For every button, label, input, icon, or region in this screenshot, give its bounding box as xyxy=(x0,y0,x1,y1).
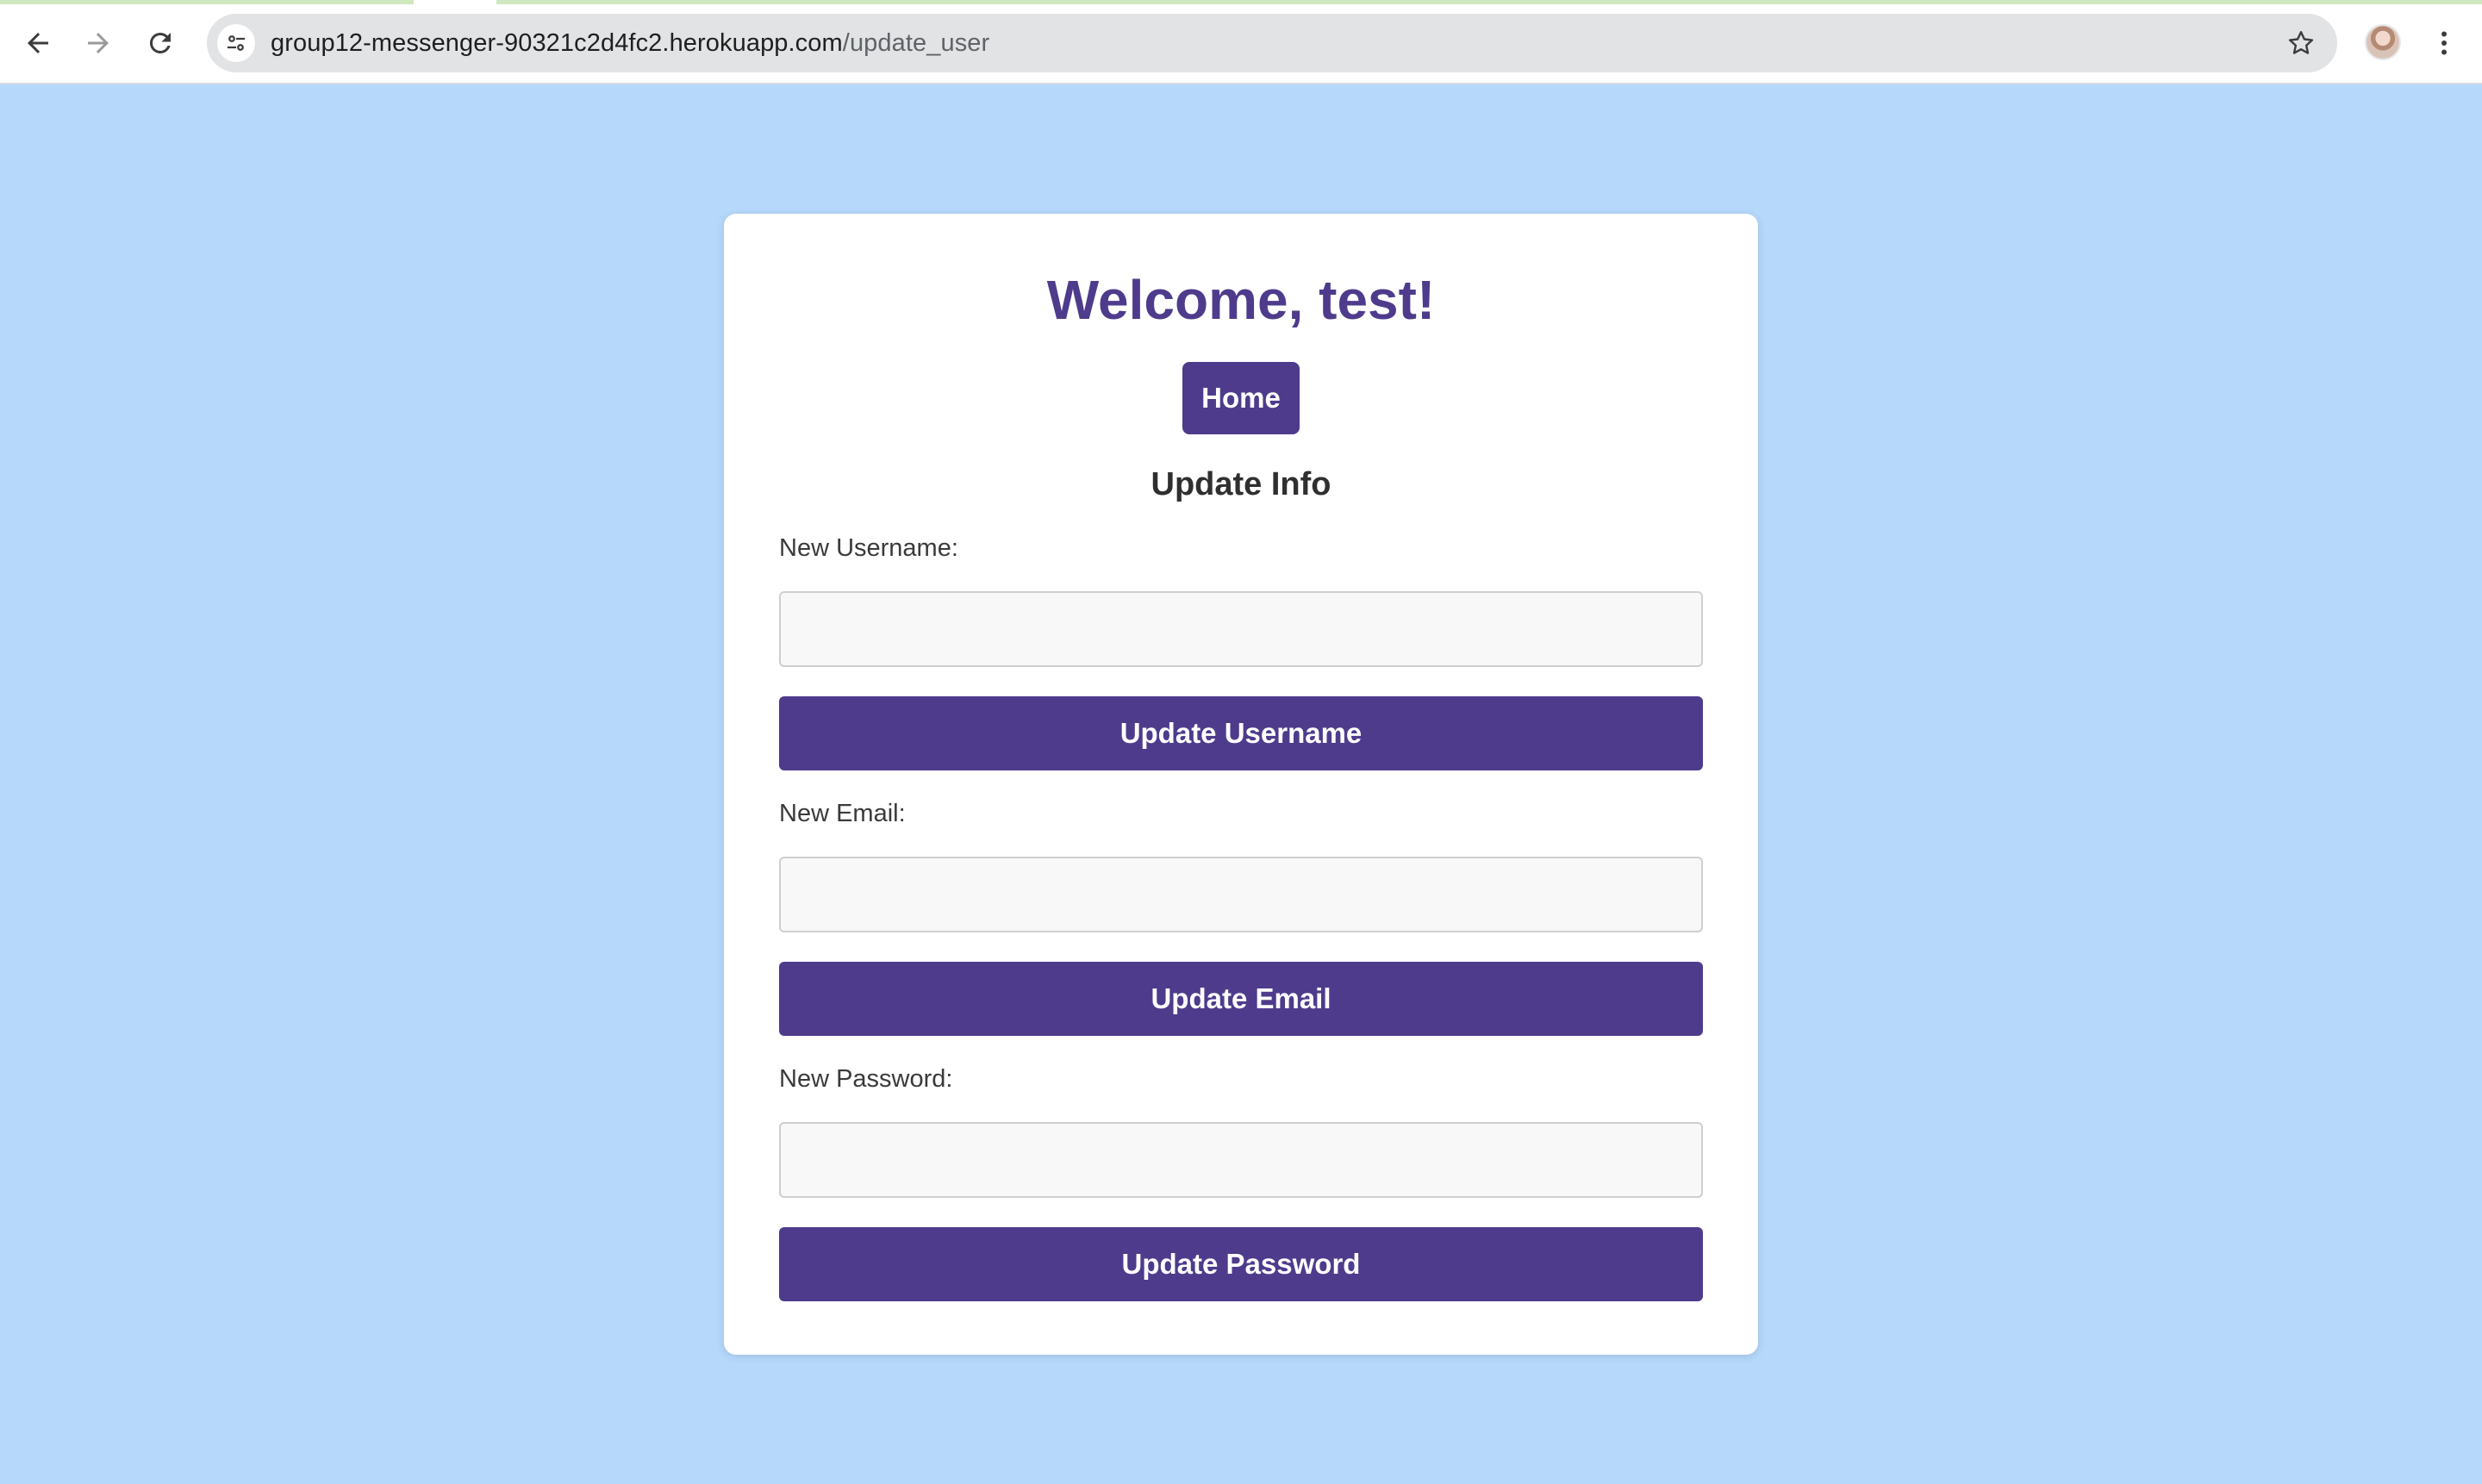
arrow-right-icon xyxy=(88,33,109,53)
browser-menu-button[interactable] xyxy=(2427,22,2461,64)
update-user-card: Welcome, test! Home Update Info New User… xyxy=(724,214,1758,1355)
new-email-input[interactable] xyxy=(779,857,1703,932)
tab-strip-edge xyxy=(0,0,2482,4)
url-host: group12-messenger-90321c2d4fc2.herokuapp… xyxy=(271,28,843,57)
update-password-button[interactable]: Update Password xyxy=(779,1227,1703,1301)
tune-icon xyxy=(228,35,245,51)
new-username-input[interactable] xyxy=(779,591,1703,667)
email-label: New Email: xyxy=(779,800,906,827)
update-username-button[interactable]: Update Username xyxy=(779,696,1703,770)
profile-avatar[interactable] xyxy=(2365,24,2401,60)
star-icon xyxy=(2288,31,2314,54)
reload-icon xyxy=(149,32,171,53)
url-text[interactable]: group12-messenger-90321c2d4fc2.herokuapp… xyxy=(271,29,989,58)
bookmark-button[interactable] xyxy=(2284,26,2318,60)
username-label: New Username: xyxy=(779,534,958,562)
url-path: /update_user xyxy=(842,28,990,57)
forward-button[interactable] xyxy=(74,19,122,67)
site-info-button[interactable] xyxy=(217,24,255,62)
password-label: New Password: xyxy=(779,1065,953,1093)
new-password-input[interactable] xyxy=(779,1122,1703,1198)
welcome-heading: Welcome, test! xyxy=(1046,269,1436,331)
address-bar[interactable]: group12-messenger-90321c2d4fc2.herokuapp… xyxy=(207,14,2337,72)
arrow-left-icon xyxy=(28,33,48,53)
browser-toolbar: group12-messenger-90321c2d4fc2.herokuapp… xyxy=(0,0,2482,84)
kebab-menu-icon xyxy=(2441,31,2447,55)
back-button[interactable] xyxy=(14,19,62,67)
reload-button[interactable] xyxy=(136,19,184,67)
update-email-button[interactable]: Update Email xyxy=(779,962,1703,1036)
section-title: Update Info xyxy=(1151,466,1331,502)
home-button[interactable]: Home xyxy=(1182,362,1300,434)
